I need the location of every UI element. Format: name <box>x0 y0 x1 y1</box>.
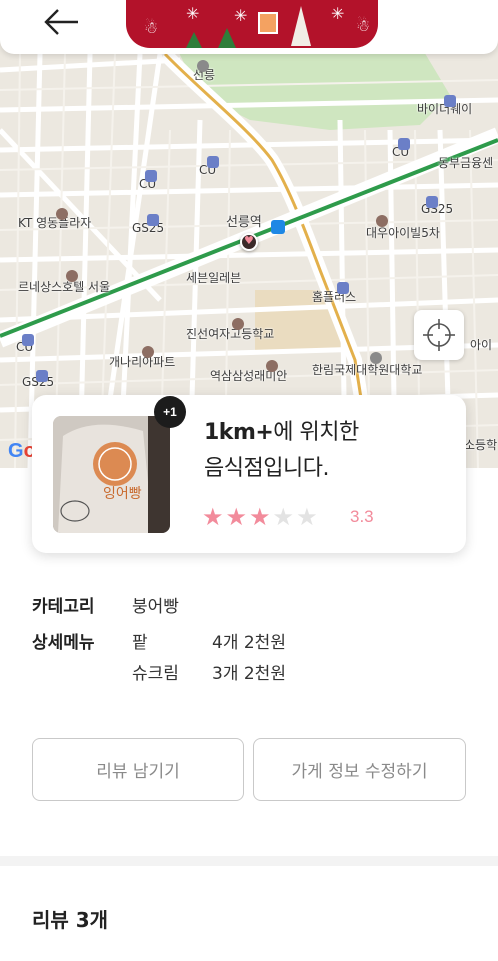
home-icon <box>266 360 278 372</box>
convenience-store-icon <box>426 196 438 208</box>
category-value: 붕어빵 <box>132 597 179 617</box>
home-icon <box>142 346 154 358</box>
map-place-label: 한림국제대학원대학교 <box>312 363 423 377</box>
write-review-button[interactable]: 리뷰 남기기 <box>32 738 244 801</box>
convenience-store-icon <box>337 282 349 294</box>
map-place-label: 르네상스호텔 서울 <box>18 280 111 294</box>
tree-icon <box>291 6 311 46</box>
map-place-label: 홈플러스 <box>312 290 357 304</box>
section-divider <box>0 856 498 866</box>
star-filled-icon: ★ <box>249 503 271 531</box>
hotel-icon <box>66 270 78 282</box>
map-place-label: 진선여자고등학교 <box>186 327 275 341</box>
store-location-pin[interactable]: ♥ <box>240 233 258 251</box>
convenience-store-icon <box>398 138 410 150</box>
rating-value: 3.3 <box>350 507 374 526</box>
map-place-label: KT 영동플라자 <box>18 216 92 230</box>
convenience-store-icon <box>444 95 456 107</box>
convenience-store-icon <box>22 334 34 346</box>
convenience-store-icon <box>36 370 48 382</box>
photo-count-badge[interactable]: +1 <box>154 396 186 428</box>
edit-store-info-button[interactable]: 가게 정보 수정하기 <box>253 738 466 801</box>
back-button[interactable] <box>40 2 86 42</box>
store-headline: 1km+에 위치한 음식점입니다. <box>204 415 359 487</box>
snowflake-icon: ✳ <box>234 6 248 25</box>
star-filled-icon: ★ <box>225 503 248 531</box>
top-bar: ✳ ✳ ✳ ☃ ☃ <box>0 0 498 54</box>
home-icon <box>376 215 388 227</box>
map-place-label: 동부금융센 <box>438 156 494 170</box>
bungeoppang-bag-image: 잉어빵 <box>53 416 170 533</box>
building-icon <box>56 208 68 220</box>
map-place-label: 대우아이빌5차 <box>366 226 440 240</box>
snowman-icon: ☃ <box>144 18 159 37</box>
crosshair-icon <box>423 319 455 351</box>
star-empty-icon: ★ <box>272 503 295 531</box>
map-place-label: 아이 <box>470 338 493 352</box>
snowflake-icon: ✳ <box>331 4 345 23</box>
map-place-label: 소등학 <box>464 438 498 452</box>
review-count-title: 리뷰 3개 <box>32 908 109 932</box>
snowflake-icon: ✳ <box>186 4 200 23</box>
menu-item-price: 4개 2천원 <box>212 633 286 653</box>
heart-icon: ♥ <box>244 234 254 247</box>
convenience-store-icon <box>145 170 157 182</box>
category-label: 카테고리 <box>32 597 95 617</box>
store-headline-line2: 음식점입니다. <box>204 456 329 481</box>
menu-item-name: 슈크림 <box>132 664 179 684</box>
menu-detail-label: 상세메뉴 <box>32 633 95 653</box>
star-empty-icon: ★ <box>296 503 318 531</box>
school-icon <box>232 318 244 330</box>
tree-icon <box>186 32 202 48</box>
convenience-store-icon <box>147 214 159 226</box>
store-summary-card[interactable]: 잉어빵 +1 1km+에 위치한 음식점입니다. ★ ★ ★ ★ ★ 3.3 <box>32 395 466 553</box>
rating-stars: ★ ★ ★ ★ ★ <box>202 505 318 529</box>
star-filled-icon: ★ <box>202 503 224 531</box>
christmas-banner: ✳ ✳ ✳ ☃ ☃ <box>126 0 378 48</box>
store-distance: 1km+ <box>204 420 274 445</box>
subway-station-icon <box>271 220 285 234</box>
menu-item-price: 3개 2천원 <box>212 664 286 684</box>
svg-text:잉어빵: 잉어빵 <box>103 486 142 502</box>
school-icon <box>370 352 382 364</box>
landmark-icon <box>197 60 209 72</box>
menu-item-name: 팥 <box>132 633 148 653</box>
tree-icon <box>218 28 236 48</box>
map-place-label: 개나리아파트 <box>109 355 176 369</box>
arrow-left-icon <box>44 9 78 35</box>
map-place-label: 세븐일레븐 <box>186 271 242 285</box>
snowman-icon: ☃ <box>356 16 371 35</box>
gift-icon <box>258 12 278 34</box>
map-place-label: 선릉역 <box>226 215 262 230</box>
store-photo[interactable]: 잉어빵 <box>53 416 170 533</box>
current-location-button[interactable] <box>414 310 464 360</box>
convenience-store-icon <box>207 156 219 168</box>
store-headline-rest: 에 위치한 <box>273 420 359 445</box>
